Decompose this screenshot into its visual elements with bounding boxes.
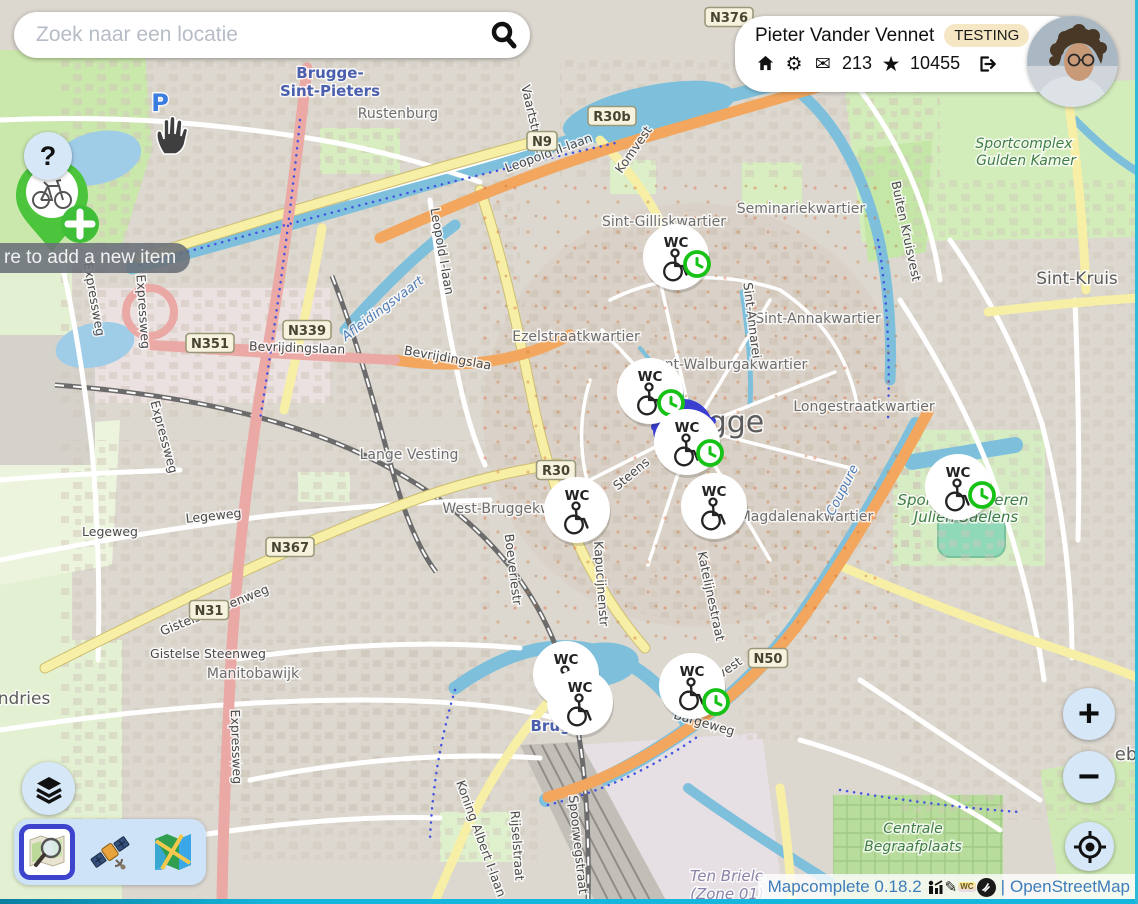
map-label: nt-Walburgakwartier [665, 357, 808, 373]
map-label: Brugge- [296, 64, 363, 82]
map-label: Rustenburg [358, 106, 438, 122]
svg-text:N367: N367 [271, 541, 309, 556]
map-label: Begraafplaats [864, 839, 962, 855]
map-label: Seminariekwartier [737, 201, 866, 217]
layers-button[interactable] [22, 762, 75, 815]
map-label: Expressweg [228, 709, 246, 784]
map-label: Legeweg [82, 524, 138, 539]
map-label: Centrale [883, 821, 943, 837]
svg-text:N339: N339 [288, 324, 326, 339]
opening-hours-badge [970, 483, 994, 507]
background-option-map[interactable] [145, 824, 201, 880]
gear-icon[interactable]: ⚙ [784, 54, 804, 74]
background-option-satellite[interactable] [82, 824, 138, 880]
map-label: Ezelstraatkwartier [512, 329, 640, 345]
road-ref-badge: N31 [190, 601, 229, 620]
opening-hours-badge [704, 690, 728, 714]
svg-text:R30b: R30b [593, 110, 630, 125]
search-bar[interactable] [14, 12, 530, 58]
envelope-icon[interactable]: ✉ [813, 54, 833, 74]
zoom-in-button[interactable]: + [1063, 688, 1115, 740]
toilet-marker[interactable]: WC [681, 473, 748, 542]
road-ref-badge: R30 [537, 461, 576, 480]
add-item-tooltip: re to add a new item [0, 243, 190, 273]
map-label: Sportcomplex [975, 136, 1073, 152]
svg-text:N351: N351 [191, 337, 229, 352]
toilet-marker[interactable]: WC [544, 477, 611, 546]
geolocate-button[interactable] [1065, 822, 1114, 871]
opening-hours-badge [685, 252, 709, 276]
attribution-icons: ✎ WC [927, 878, 996, 897]
svg-text:N9: N9 [532, 135, 552, 150]
attribution-bar: Mapcomplete 0.18.2 ✎ WC | OpenStreetMap [758, 874, 1138, 900]
map-label: Ten Briele [690, 867, 764, 885]
logout-icon[interactable] [977, 54, 997, 74]
road-ref-badge: N339 [283, 321, 331, 340]
background-layer-chooser [14, 819, 206, 885]
viewport-edge-bottom [0, 899, 1138, 904]
map-icon [152, 832, 194, 872]
osm-carto-icon [27, 832, 67, 872]
messages-count: 213 [842, 53, 872, 74]
map-label: West-Bruggekw [442, 501, 551, 517]
opening-hours-badge [698, 441, 722, 465]
statistics-icon[interactable] [927, 879, 944, 896]
user-avatar[interactable] [1027, 16, 1118, 107]
map-label: Sint-Pieters [280, 82, 380, 100]
layers-icon [34, 774, 64, 804]
home-icon[interactable] [755, 54, 775, 74]
star-icon[interactable]: ★ [881, 54, 901, 74]
svg-text:R30: R30 [542, 464, 570, 479]
road-ref-badge: N50 [749, 649, 788, 668]
map-label: P [151, 89, 169, 117]
attribution-separator: | [1001, 877, 1005, 897]
svg-text:N376: N376 [710, 11, 748, 26]
toilet-marker[interactable]: WC [643, 224, 710, 293]
road-ref-badge: R30b [588, 107, 636, 126]
road-ref-badge: N9 [527, 132, 557, 151]
svg-text:N50: N50 [754, 652, 783, 667]
map-label: Longestraatkwartier [793, 399, 935, 415]
satellite-icon [89, 831, 131, 873]
testing-badge: TESTING [944, 24, 1029, 47]
app-version-link[interactable]: Mapcomplete 0.18.2 [768, 877, 922, 897]
map-label: Sint-Kruis [1036, 269, 1118, 289]
background-option-osm-carto[interactable] [19, 824, 75, 880]
edit-pencil-icon[interactable]: ✎ [945, 878, 958, 896]
user-name[interactable]: Pieter Vander Vennet [755, 25, 934, 47]
crosshair-icon [1073, 830, 1107, 864]
road-ref-badge: N351 [186, 334, 234, 353]
svg-text:N31: N31 [195, 604, 224, 619]
zoom-out-button[interactable]: − [1063, 751, 1115, 803]
map-label: ndries [0, 689, 50, 709]
search-icon[interactable] [488, 19, 520, 51]
help-button[interactable]: ? [24, 132, 72, 180]
map-label: Manitobawijk [207, 666, 300, 682]
road-ref-badge: N367 [266, 538, 314, 557]
map-label: Sint-Annakwartier [755, 311, 881, 327]
map-label: Gistelse Steenweg [150, 646, 266, 661]
theme-logo-icon[interactable]: WC [958, 882, 975, 892]
community-icon[interactable] [977, 878, 996, 897]
toilet-marker[interactable]: WC [547, 669, 614, 738]
openstreetmap-link[interactable]: OpenStreetMap [1010, 877, 1130, 897]
map-label: Gulden Kamer [976, 153, 1077, 169]
search-input[interactable] [34, 22, 488, 48]
map-label: eb [1115, 744, 1138, 765]
map-label: Lange Vesting [360, 447, 459, 463]
changesets-count: 10455 [910, 53, 960, 74]
mapcomplete-app: Brugge-Sint-PietersBruggRustenburgSint-G… [0, 0, 1138, 904]
hand-cursor-icon [152, 114, 192, 156]
map-label: Magdalenakwartier [739, 509, 874, 525]
